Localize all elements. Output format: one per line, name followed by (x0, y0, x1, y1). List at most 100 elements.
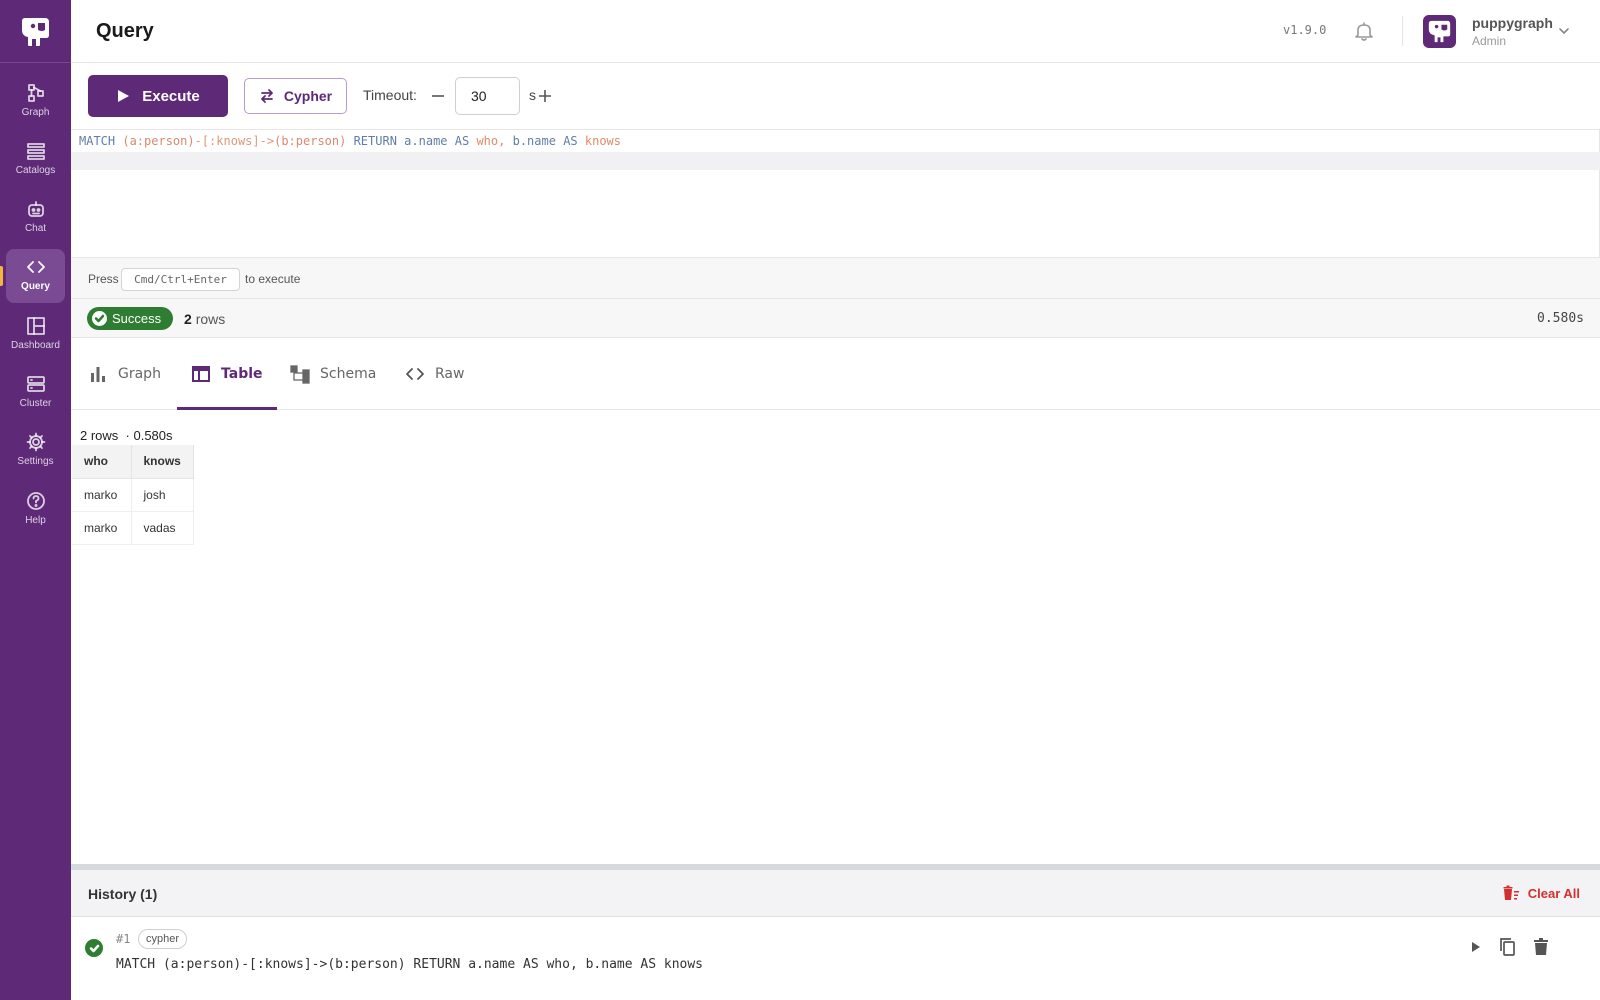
keyword-token: RETURN (353, 134, 397, 148)
tab-schema[interactable]: Schema (290, 338, 376, 410)
delete-button[interactable] (1530, 936, 1552, 958)
sidebar-item-cluster[interactable]: Cluster (6, 366, 65, 420)
sidebar-item-dashboard[interactable]: Dashboard (6, 308, 65, 362)
node-pattern-token: (a:person) (122, 134, 195, 148)
tab-label: Graph (118, 366, 161, 382)
active-nav-marker (0, 266, 3, 286)
timeout-input[interactable] (455, 77, 520, 115)
table-cell: marko (72, 511, 132, 545)
execution-time: 0.580s (1537, 311, 1584, 326)
execute-button[interactable]: Execute (88, 75, 228, 117)
property-token: b.name (512, 134, 556, 148)
logo-divider (0, 62, 71, 63)
alias-token: who, (476, 134, 506, 148)
sidebar-item-label: Graph (21, 107, 50, 118)
rerun-button[interactable] (1464, 936, 1486, 958)
row-count-word: rows (195, 311, 226, 327)
history-index: #1 (116, 932, 131, 946)
hint-prefix: Press (88, 272, 119, 286)
sidebar-item-catalogs[interactable]: Catalogs (6, 133, 65, 187)
bell-icon[interactable] (1353, 20, 1375, 42)
history-header: History (1) Clear All (71, 870, 1600, 917)
column-header[interactable]: knows (131, 445, 194, 479)
minus-icon[interactable] (429, 85, 447, 107)
help-icon (26, 492, 45, 510)
status-badge-label: Success (112, 311, 162, 326)
language-badge: cypher (138, 929, 188, 949)
results-table: who knows marko josh marko vadas (72, 445, 194, 545)
hint-suffix: to execute (245, 272, 301, 286)
editor-line[interactable]: MATCH (a:person)-[:knows]->(b:person) RE… (71, 130, 1600, 152)
sidebar-item-label: Query (21, 281, 50, 292)
graph-nodes-icon (27, 84, 44, 102)
sidebar-item-graph[interactable]: Graph (6, 75, 65, 129)
puppygraph-logo[interactable] (18, 15, 52, 49)
history-item[interactable]: #1 cypher MATCH (a:person)-[:knows]->(b:… (71, 918, 1600, 1000)
language-label: Cypher (283, 88, 333, 104)
row-count: 2 rows (184, 311, 225, 327)
node-pattern-token: (b:person) (274, 134, 347, 148)
clear-all-label: Clear All (1527, 885, 1580, 901)
sidebar-item-label: Cluster (19, 398, 52, 409)
editor-active-line[interactable] (71, 152, 1600, 170)
schema-icon (290, 365, 310, 384)
trash-icon (1534, 938, 1548, 955)
bar-chart-icon (91, 367, 105, 382)
page-title: Query (96, 20, 154, 42)
tab-table[interactable]: Table (191, 338, 263, 410)
sidebar-item-query[interactable]: Query (6, 249, 65, 303)
clear-all-button[interactable]: Clear All (1503, 885, 1580, 901)
sidebar-item-label: Chat (24, 223, 47, 234)
tab-graph[interactable]: Graph (88, 338, 161, 410)
tab-label: Table (221, 366, 263, 382)
query-editor[interactable]: MATCH (a:person)-[:knows]->(b:person) RE… (71, 129, 1600, 258)
property-token: a.name (404, 134, 448, 148)
relationship-token: -[:knows]-> (194, 134, 275, 148)
top-header: Query v1.9.0 puppygraph Admin (71, 0, 1600, 63)
result-rows: 2 rows (80, 428, 119, 443)
table-row: marko josh (72, 478, 194, 512)
active-tab-indicator (177, 407, 277, 410)
dashboard-icon (26, 317, 45, 335)
language-toggle-button[interactable]: Cypher (244, 78, 347, 114)
shortcut-key: Cmd/Ctrl+Enter (121, 268, 240, 291)
sidebar-item-help[interactable]: Help (6, 483, 65, 537)
robot-chat-icon (27, 201, 44, 217)
success-check-icon (85, 939, 103, 957)
table-cell: marko (72, 478, 132, 512)
sidebar: Graph Catalogs Chat Query Dashboard Clus… (0, 0, 71, 1000)
table-cell: vadas (131, 511, 194, 545)
tab-label: Raw (435, 366, 465, 382)
history-title: History (1) (88, 886, 158, 902)
status-badge: Success (87, 307, 173, 330)
avatar[interactable] (1423, 15, 1456, 48)
version-label: v1.9.0 (1283, 23, 1327, 37)
result-time: · 0.580s (125, 428, 173, 443)
copy-icon (1500, 938, 1515, 956)
user-name[interactable]: puppygraph (1472, 15, 1553, 31)
check-circle-icon (92, 311, 107, 326)
gear-icon (26, 432, 45, 452)
sidebar-item-settings[interactable]: Settings (6, 424, 65, 478)
table-row: marko vadas (72, 511, 194, 545)
chevron-down-icon[interactable] (1557, 24, 1571, 38)
history-query[interactable]: MATCH (a:person)-[:knows]->(b:person) RE… (116, 957, 703, 972)
row-count-number: 2 (184, 311, 192, 327)
tab-label: Schema (320, 366, 377, 382)
alias-token: knows (584, 134, 621, 148)
sidebar-item-chat[interactable]: Chat (6, 191, 65, 245)
swap-arrows-icon (260, 89, 273, 103)
sidebar-item-label: Catalogs (15, 165, 56, 176)
timeout-label: Timeout: (363, 87, 417, 103)
user-role: Admin (1472, 34, 1507, 48)
result-summary: 2 rows · 0.580s (80, 428, 173, 443)
copy-button[interactable] (1497, 936, 1519, 958)
result-status-bar: Success 2 rows 0.580s (71, 299, 1600, 338)
shortcut-hint: Press Cmd/Ctrl+Enter to execute (71, 258, 1600, 299)
keyword-token: AS (454, 134, 470, 148)
tab-raw[interactable]: Raw (405, 338, 464, 410)
table-header-row: who knows (72, 445, 194, 479)
code-icon (406, 368, 424, 380)
plus-icon[interactable] (536, 85, 554, 107)
column-header[interactable]: who (72, 445, 132, 479)
